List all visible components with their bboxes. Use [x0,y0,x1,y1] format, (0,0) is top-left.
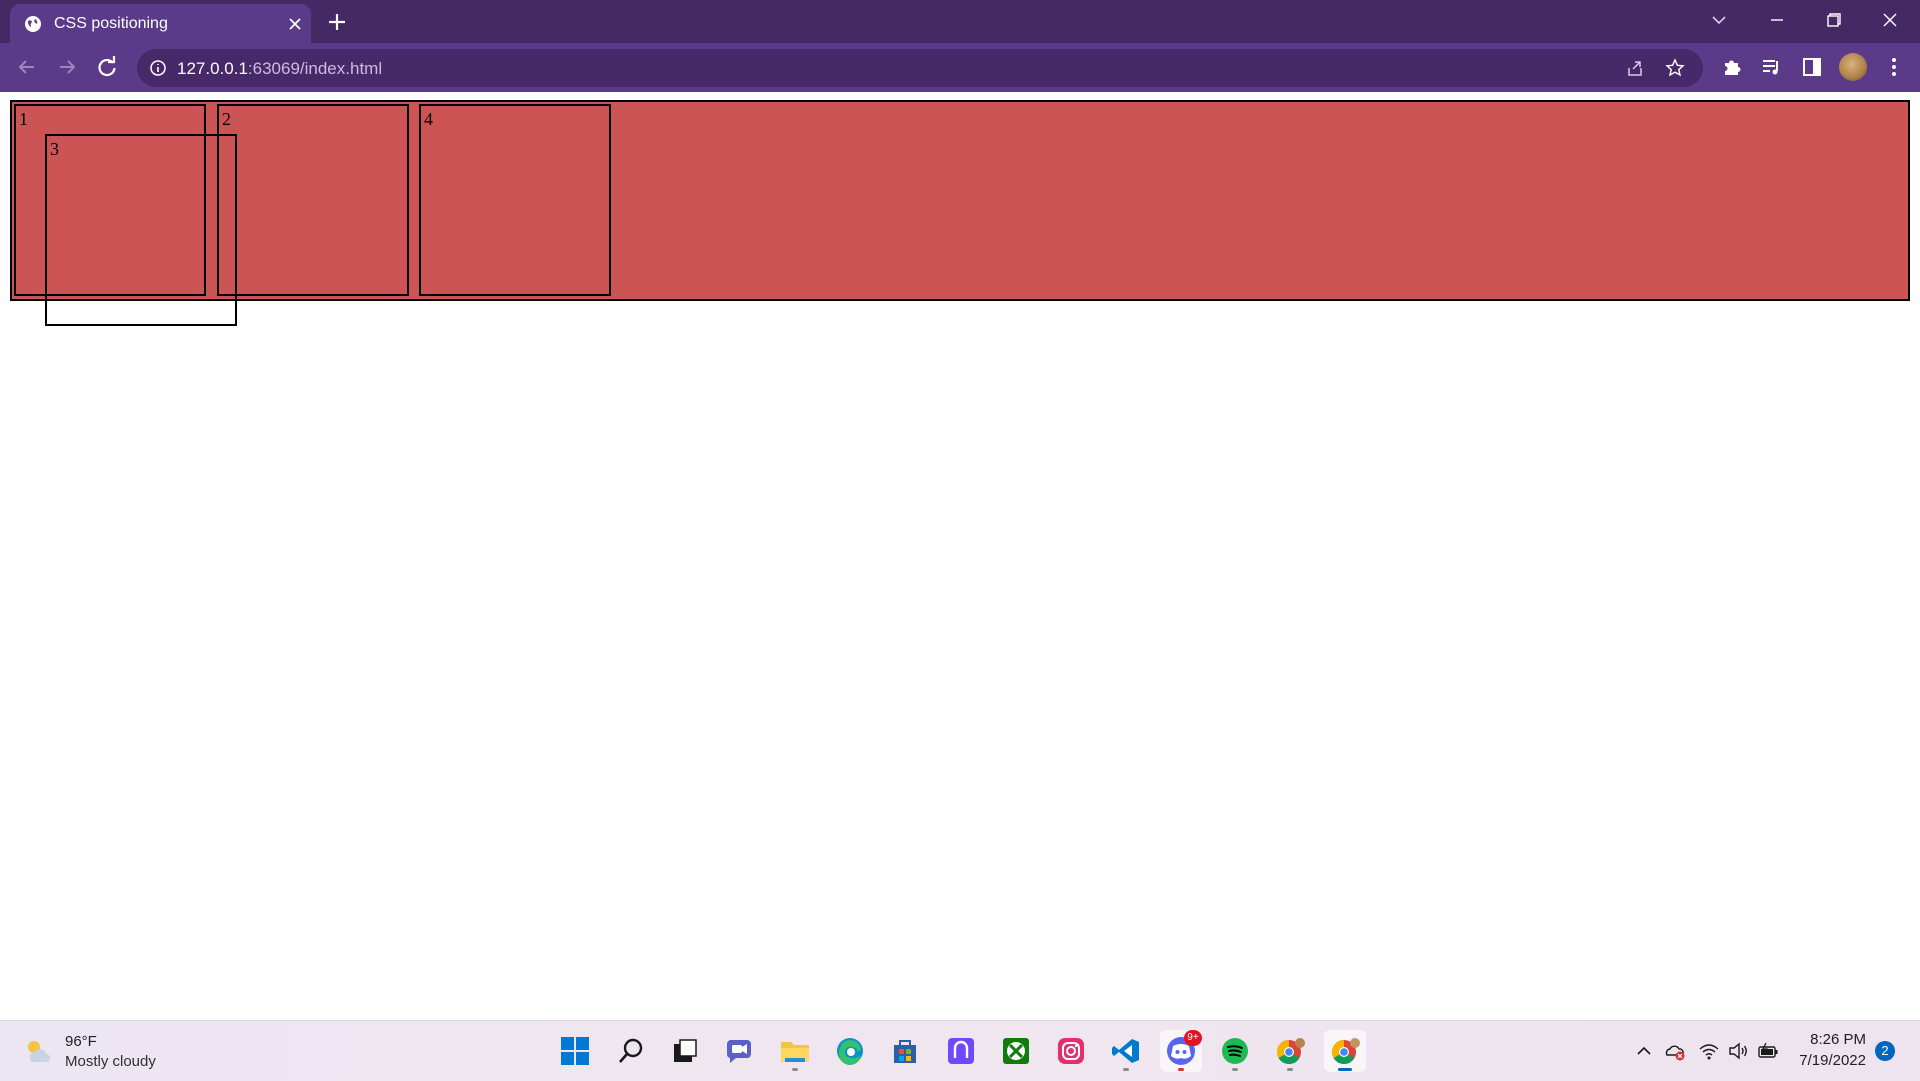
teams-chat-icon [726,1040,751,1063]
chrome-button[interactable] [1269,1030,1311,1072]
taskbar: 96°F Mostly cloudy 9+ 8:26 PM 7/19/2022 … [0,1020,1920,1081]
box-1-label: 1 [19,109,28,129]
menu-kebab-icon[interactable] [1881,54,1907,80]
box-2: 2 [217,104,409,296]
media-control-icon[interactable] [1759,54,1785,80]
task-view-button[interactable] [664,1030,706,1072]
discord-button[interactable]: 9+ [1160,1030,1202,1072]
file-explorer-icon [781,1042,809,1062]
onedrive-error-icon[interactable] [1664,1040,1686,1062]
back-icon[interactable] [14,54,40,80]
file-explorer-button[interactable] [774,1030,816,1072]
edge-icon [837,1038,863,1066]
teams-chat-button[interactable] [718,1030,760,1072]
tab-search-icon[interactable] [1702,6,1736,34]
page-viewport: 1 2 4 3 [0,92,1920,1020]
extensions-icon[interactable] [1719,54,1745,80]
running-indicator [792,1068,798,1071]
search-icon [619,1038,643,1063]
spotify-icon [1222,1038,1248,1064]
microsoft-store-icon [894,1040,916,1063]
tab-css-positioning[interactable]: CSS positioning [10,4,311,43]
notification-badge[interactable]: 2 [1875,1041,1895,1061]
microsoft-store-button[interactable] [884,1030,926,1072]
weather-condition[interactable]: Mostly cloudy [65,1053,156,1070]
start-button[interactable] [554,1030,596,1072]
forward-icon[interactable] [54,54,80,80]
info-icon[interactable] [149,59,167,77]
running-indicator [1123,1068,1129,1071]
xbox-icon [1003,1038,1029,1064]
close-window-icon[interactable] [1873,6,1907,34]
search-button[interactable] [610,1030,652,1072]
weather-temperature[interactable]: 96°F [65,1033,97,1050]
xbox-button[interactable] [995,1030,1037,1072]
volume-icon[interactable] [1727,1040,1749,1062]
browser-toolbar: 127.0.0.1:63069/index.html [0,43,1920,92]
start-icon [561,1037,589,1065]
box-4-label: 4 [424,109,433,129]
running-indicator [1287,1068,1293,1071]
tab-strip: CSS positioning [0,0,1920,43]
browser-chrome: CSS positioning 127.0.0.1:63069/index.ht… [0,0,1920,92]
chrome-active-icon [1331,1038,1360,1065]
tab-title: CSS positioning [54,15,168,32]
url-text[interactable]: 127.0.0.1:63069/index.html [177,59,382,79]
box-2-label: 2 [222,109,231,129]
reload-icon[interactable] [94,54,120,80]
vscode-button[interactable] [1105,1030,1147,1072]
instagram-icon [1058,1038,1084,1064]
share-icon[interactable] [1625,58,1645,78]
running-indicator [1232,1068,1238,1071]
new-tab-icon[interactable] [325,10,349,34]
active-indicator [1338,1068,1352,1071]
box-4: 4 [419,104,611,296]
wifi-icon[interactable] [1698,1040,1720,1062]
proton-vpn-icon [948,1038,974,1064]
box-3-label: 3 [50,139,59,159]
close-tab-icon[interactable] [286,15,304,33]
address-bar[interactable]: 127.0.0.1:63069/index.html [137,49,1703,87]
chevron-up-icon[interactable] [1633,1040,1655,1062]
clock-date[interactable]: 7/19/2022 [1776,1052,1866,1069]
edge-button[interactable] [829,1030,871,1072]
proton-vpn-button[interactable] [940,1030,982,1072]
bookmark-star-icon[interactable] [1665,58,1685,78]
task-view-icon [674,1039,697,1062]
globe-icon [25,16,41,32]
restore-icon[interactable] [1816,6,1850,34]
chrome-active-button[interactable] [1324,1030,1366,1072]
side-panel-icon[interactable] [1799,54,1825,80]
vscode-icon [1112,1039,1139,1063]
spotify-button[interactable] [1214,1030,1256,1072]
discord-badge: 9+ [1184,1030,1202,1046]
box-3: 3 [45,134,237,326]
partly-cloudy-icon[interactable] [22,1035,54,1067]
url-path: :63069/index.html [247,59,383,78]
instagram-button[interactable] [1050,1030,1092,1072]
profile-avatar[interactable] [1839,53,1867,81]
url-host: 127.0.0.1 [177,59,248,78]
running-indicator [1178,1068,1184,1071]
chrome-icon [1276,1038,1305,1065]
clock-time[interactable]: 8:26 PM [1776,1031,1866,1048]
minimize-icon[interactable] [1760,6,1794,34]
